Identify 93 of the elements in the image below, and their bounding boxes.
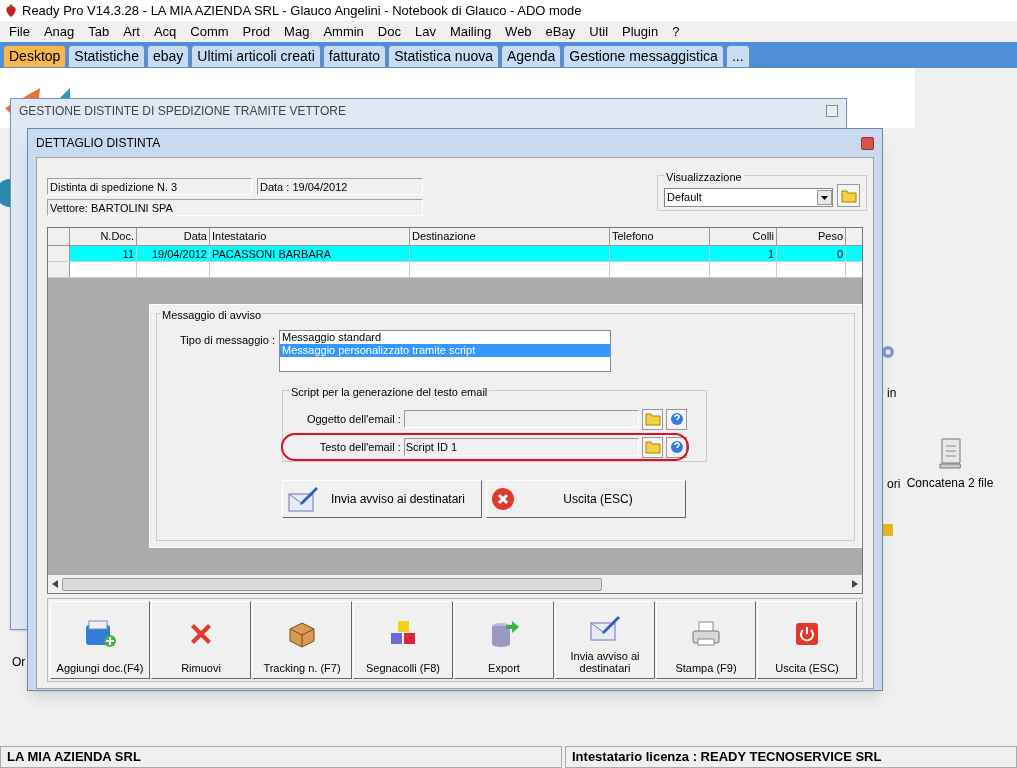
field-label: Oggetto dell'email : [305,411,401,427]
left-arrow-icon[interactable] [52,580,58,588]
menu-item[interactable]: eBay [538,21,583,42]
dialog-title: GESTIONE DISTINTE DI SPEDIZIONE TRAMITE VETTORE [19,103,346,120]
toolbar-button[interactable]: Segnacolli (F8) [353,601,453,679]
folder-plus-icon [84,619,116,649]
menu-item[interactable]: Web [498,21,539,42]
help-icon [669,412,684,426]
column-header[interactable]: Destinazione [410,228,610,245]
menu-item[interactable]: Doc [370,21,408,42]
menu-item[interactable]: Ammin [316,21,371,42]
folder-icon [840,188,857,203]
strawberry-icon [4,3,18,18]
help-button[interactable] [666,408,687,430]
menu-item[interactable]: Anag [36,21,82,42]
folder-icon [644,440,661,454]
toolbar-button[interactable]: Aggiungi doc.(F4) [50,601,150,679]
power-icon [795,622,819,646]
toolbar-button[interactable]: Export [454,601,554,679]
menu-item[interactable]: File [2,21,37,42]
window-title: Ready Pro V14.3.28 - LA MIA AZIENDA SRL - Glauco Angelini - Notebook di Glauco - ADO mode [22,1,582,20]
icon-label: in [887,385,897,402]
tab[interactable]: Agenda [501,45,562,68]
dialog-title: DETTAGLIO DISTINTA [36,135,161,152]
email-field[interactable]: Script ID 1 [403,438,640,456]
table-cell: 11 [122,248,134,260]
right-arrow-icon[interactable] [852,580,858,588]
folder-icon [644,412,661,426]
tab[interactable]: Statistiche [68,45,145,68]
column-header[interactable]: Peso [777,228,846,245]
close-icon [491,487,515,511]
tab[interactable]: ... [725,45,750,68]
printer-icon [690,619,722,649]
folder-button[interactable] [642,436,664,458]
folder-button[interactable] [837,184,860,207]
toolbar-button[interactable]: Invia avviso ai destinatari [555,601,655,679]
column-header[interactable]: Colli [710,228,777,245]
toolbar-button[interactable]: Stampa (F9) [656,601,756,679]
list-item[interactable]: Messaggio standard [280,331,610,344]
field-label: Tipo di messaggio : [179,333,275,348]
shortcut-label[interactable]: Concatena 2 file [906,474,994,492]
close-button[interactable] [861,136,874,150]
icon-label: ori [887,476,901,493]
menu-item[interactable]: ? [665,21,687,42]
scrollbar-thumb[interactable] [62,577,602,591]
table-cell: PACASSONI BARBARA [212,248,331,260]
menu-item[interactable]: Tab [81,21,117,42]
menu-item[interactable]: Lav [407,21,443,42]
menu-item[interactable]: Mailing [442,21,499,42]
info-field: Distinta di spedizione N. 3 [47,178,252,195]
envelope-pen-icon [287,484,319,514]
menu-item[interactable]: Mag [277,21,317,42]
table-cell: 0 [836,248,843,260]
column-header[interactable]: N.Doc. [70,228,137,245]
menu-item[interactable]: Util [582,21,616,42]
help-icon [669,440,684,454]
email-field[interactable] [403,410,640,428]
envelope-pen-icon [589,613,621,643]
tab[interactable]: ebay [146,45,190,68]
tab[interactable]: Ultimi articoli creati [191,45,321,68]
info-field: Vettore: BARTOLINI SPA [47,199,423,216]
toolbar-button[interactable]: Rimuovi [151,601,251,679]
table-cell: 1 [767,248,774,260]
status-pane: Intestatario licenza : READY TECNOSERVICE SRL [565,746,1017,768]
tab[interactable]: fatturato [322,45,387,68]
menu-item[interactable]: Art [116,21,147,42]
menu-item[interactable]: Prod [235,21,278,42]
toolbar-button[interactable]: Uscita (ESC) [757,601,857,679]
action-button[interactable]: Invia avviso ai destinatari [282,480,482,518]
table-row[interactable] [48,262,862,278]
caret-icon [821,195,829,200]
column-header[interactable]: Telefono [610,228,710,245]
tab[interactable]: Desktop [3,45,67,68]
tab[interactable]: Gestione messaggistica [563,45,724,68]
table-cell: 19/04/2012 [151,248,207,260]
help-button[interactable] [666,436,687,458]
menu-item[interactable]: Acq [146,21,184,42]
folder-button[interactable] [642,408,664,430]
field-label: Testo dell'email : [318,439,401,455]
action-button[interactable]: Uscita (ESC) [486,480,686,518]
info-field: Data : 19/04/2012 [257,178,423,195]
view-dropdown[interactable]: Default [664,188,834,207]
gear-icon [880,344,896,360]
menu-item[interactable]: Comm [183,21,236,42]
tab[interactable]: Statistica nuova [388,45,499,68]
icon-label: Or [12,654,26,671]
column-header[interactable]: Intestatario [210,228,410,245]
close-button[interactable] [826,105,838,117]
table-row[interactable]: 11 19/04/2012 PACASSONI BARBARA 1 0 [48,246,862,262]
status-pane: LA MIA AZIENDA SRL [0,746,562,768]
column-header[interactable]: Data [137,228,210,245]
menu-item[interactable]: Plugin [615,21,666,42]
toolbar-button[interactable]: Tracking n. (F7) [252,601,352,679]
